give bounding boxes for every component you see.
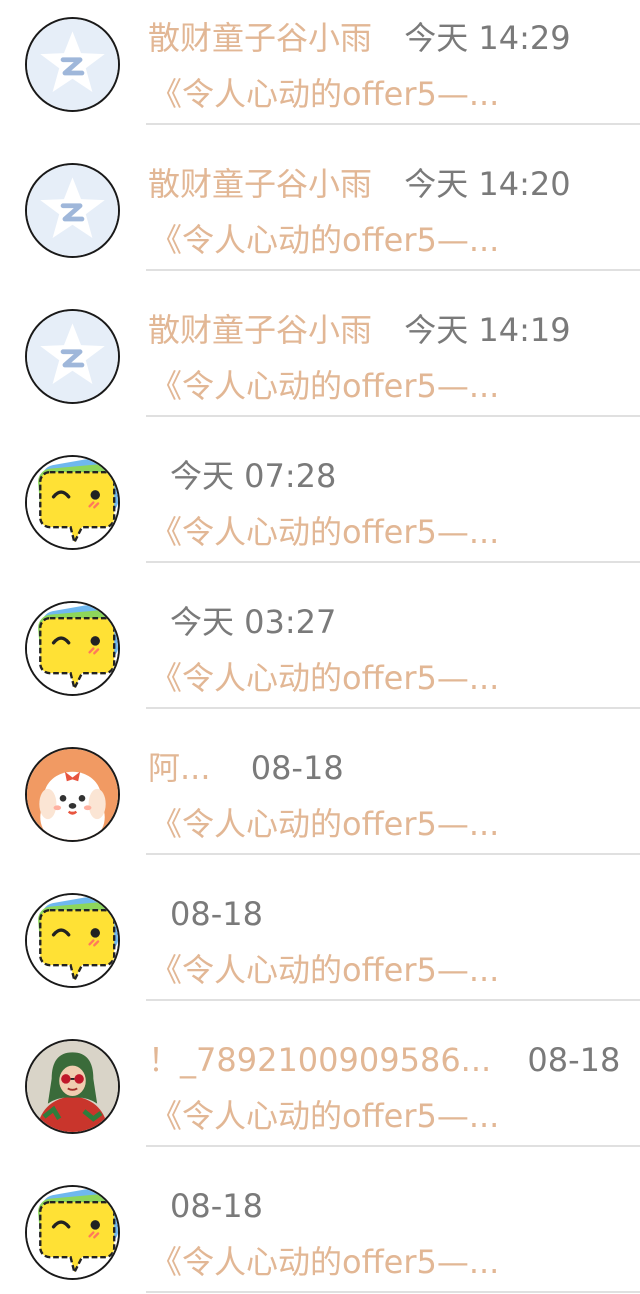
row-divider [146, 1291, 640, 1293]
qzone-star-icon [27, 311, 118, 402]
message-header: 散财童子谷小雨 今天 14:29 [148, 18, 571, 58]
message-header: 今天 03:27 [170, 602, 336, 642]
person-photo-icon [27, 1041, 118, 1132]
sender-name: 散财童子谷小雨 [148, 311, 373, 349]
message-time: 08-18 [527, 1041, 621, 1079]
message-row[interactable]: 散财童子谷小雨 今天 14:29 《令人心动的offer5—... [0, 0, 640, 126]
qzone-star-avatar[interactable] [25, 163, 120, 258]
message-header: 08-18 [170, 894, 263, 934]
sender-name: ！_7892100909586... [148, 1041, 492, 1079]
qzone-star-avatar[interactable] [25, 17, 120, 112]
message-preview: 《令人心动的offer5—... [150, 659, 500, 697]
yellow-chat-bubble-avatar[interactable] [25, 1185, 120, 1280]
message-row[interactable]: 阿... 08-18 《令人心动的offer5—... [0, 709, 640, 855]
message-time: 今天 14:29 [404, 19, 571, 57]
message-row[interactable]: ！_7892100909586... 08-18 《令人心动的offer5—..… [0, 1001, 640, 1147]
message-preview: 《令人心动的offer5—... [150, 367, 500, 405]
message-header: ！_7892100909586... 08-18 [148, 1040, 620, 1080]
cartoon-dog-avatar[interactable] [25, 747, 120, 842]
sender-name: 阿... [148, 749, 211, 787]
chat-bubble-icon [27, 1187, 118, 1278]
message-row[interactable]: 08-18 《令人心动的offer5—... [0, 1147, 640, 1293]
message-preview: 《令人心动的offer5—... [150, 75, 500, 113]
message-header: 散财童子谷小雨 今天 14:19 [148, 310, 571, 350]
yellow-chat-bubble-avatar[interactable] [25, 893, 120, 988]
message-time: 今天 14:19 [404, 311, 571, 349]
message-header: 散财童子谷小雨 今天 14:20 [148, 164, 571, 204]
message-preview: 《令人心动的offer5—... [150, 221, 500, 259]
message-time: 今天 07:28 [170, 457, 337, 495]
message-header: 阿... 08-18 [148, 748, 344, 788]
yellow-chat-bubble-avatar[interactable] [25, 601, 120, 696]
message-time: 08-18 [250, 749, 344, 787]
message-header: 今天 07:28 [170, 456, 336, 496]
message-preview: 《令人心动的offer5—... [150, 513, 500, 551]
message-row[interactable]: 08-18 《令人心动的offer5—... [0, 855, 640, 1001]
chat-bubble-icon [27, 457, 118, 548]
message-row[interactable]: 散财童子谷小雨 今天 14:20 《令人心动的offer5—... [0, 125, 640, 271]
message-row[interactable]: 今天 07:28 《令人心动的offer5—... [0, 417, 640, 563]
sender-name: 散财童子谷小雨 [148, 19, 373, 57]
qzone-star-avatar[interactable] [25, 309, 120, 404]
chat-bubble-icon [27, 603, 118, 694]
cartoon-dog-icon [27, 749, 118, 840]
qzone-star-icon [27, 165, 118, 256]
message-header: 08-18 [170, 1186, 263, 1226]
yellow-chat-bubble-avatar[interactable] [25, 455, 120, 550]
message-preview: 《令人心动的offer5—... [150, 951, 500, 989]
sender-name: 散财童子谷小雨 [148, 165, 373, 203]
message-row[interactable]: 今天 03:27 《令人心动的offer5—... [0, 563, 640, 709]
message-time: 08-18 [170, 1187, 263, 1225]
message-time: 今天 14:20 [404, 165, 571, 203]
qzone-star-icon [27, 19, 118, 110]
message-time: 今天 03:27 [170, 603, 337, 641]
message-preview: 《令人心动的offer5—... [150, 1243, 500, 1281]
message-row[interactable]: 散财童子谷小雨 今天 14:19 《令人心动的offer5—... [0, 271, 640, 417]
message-preview: 《令人心动的offer5—... [150, 805, 500, 843]
message-time: 08-18 [170, 895, 263, 933]
chat-bubble-icon [27, 895, 118, 986]
person-photo-avatar[interactable] [25, 1039, 120, 1134]
message-preview: 《令人心动的offer5—... [150, 1097, 500, 1135]
